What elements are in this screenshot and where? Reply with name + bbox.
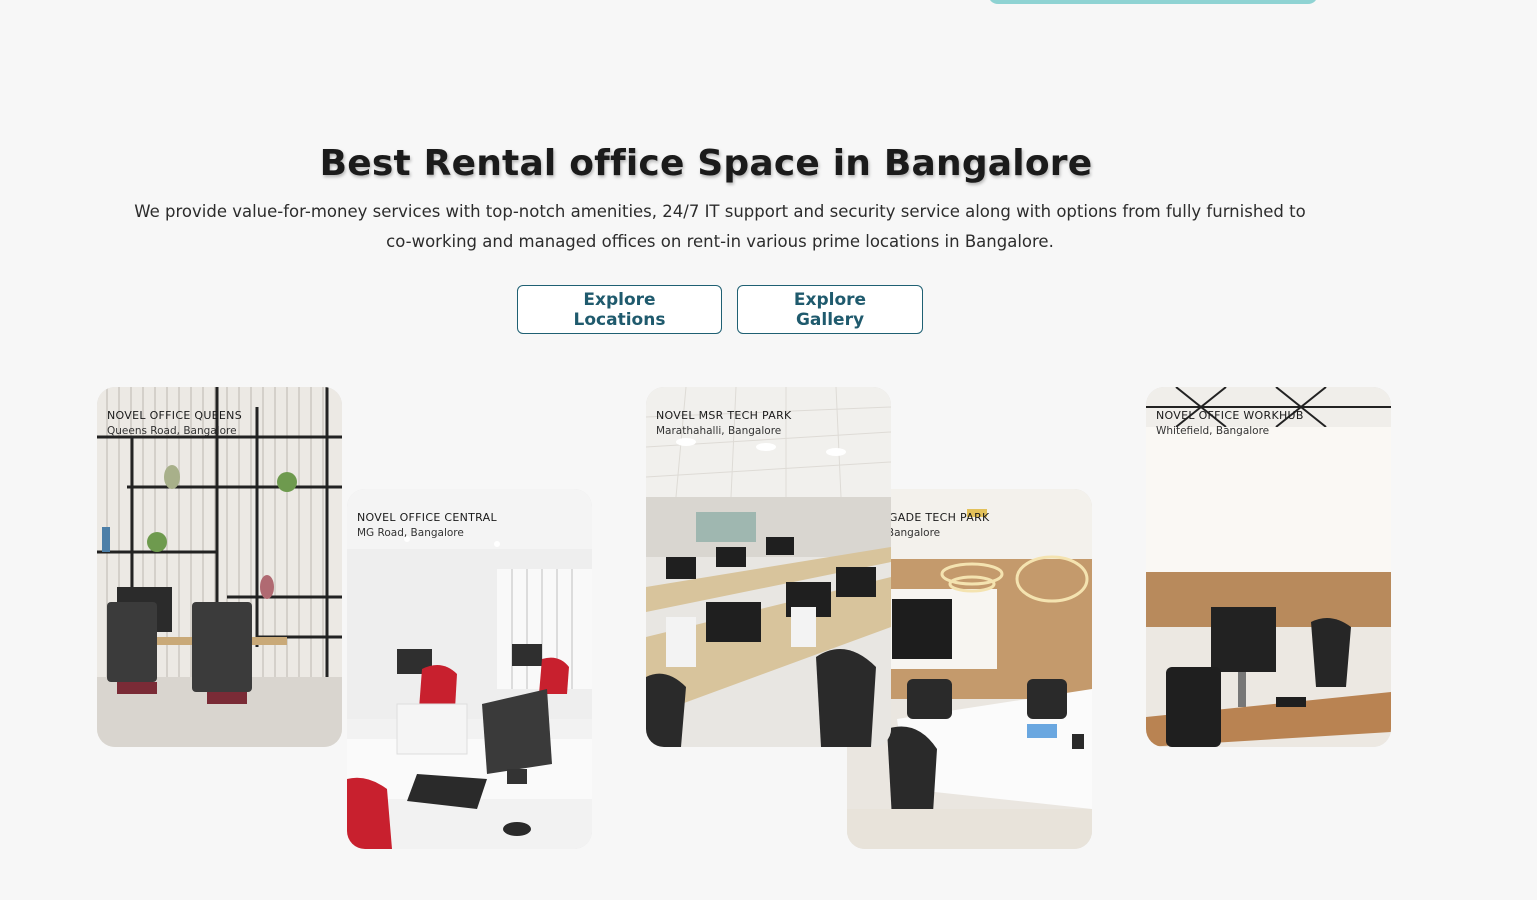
explore-locations-button[interactable]: Explore Locations — [517, 285, 722, 334]
card-location: Marathahalli, Bangalore — [656, 425, 782, 437]
top-accent-bar — [988, 0, 1318, 4]
location-card-msr-tech-park[interactable]: NOVEL MSR TECH PARK Marathahalli, Bangal… — [646, 387, 891, 747]
office-photo — [646, 387, 891, 747]
location-card-queens[interactable]: NOVEL OFFICE QUEENS Queens Road, Bangalo… — [97, 387, 342, 747]
explore-gallery-button[interactable]: Explore Gallery — [737, 285, 923, 334]
card-title: NOVEL OFFICE QUEENS — [107, 409, 242, 422]
card-caption: NOVEL OFFICE CENTRAL MG Road, Bangalore — [357, 511, 497, 539]
location-card-central[interactable]: NOVEL OFFICE CENTRAL MG Road, Bangalore — [347, 489, 592, 849]
section-title: Best Rental office Space in Bangalore — [319, 143, 1093, 184]
card-location: MG Road, Bangalore — [357, 527, 464, 539]
page: Best Rental office Space in Bangalore We… — [0, 0, 1537, 900]
office-photo — [347, 489, 592, 849]
cta-buttons: Explore Locations Explore Gallery — [517, 285, 923, 334]
card-title: NOVEL OFFICE WORKHUB — [1156, 409, 1304, 422]
card-title: NOVEL MSR TECH PARK — [656, 409, 792, 422]
card-caption: NOVEL MSR TECH PARK Marathahalli, Bangal… — [656, 409, 792, 437]
office-photo — [97, 387, 342, 747]
card-title: NOVEL OFFICE CENTRAL — [357, 511, 497, 524]
card-location: Whitefield, Bangalore — [1156, 425, 1270, 437]
section-description: We provide value-for-money services with… — [134, 202, 1306, 251]
card-caption: NOVEL OFFICE QUEENS Queens Road, Bangalo… — [107, 409, 242, 437]
location-card-workhub[interactable]: NOVEL OFFICE WORKHUB Whitefield, Bangalo… — [1146, 387, 1391, 747]
card-caption: NOVEL OFFICE WORKHUB Whitefield, Bangalo… — [1156, 409, 1304, 437]
office-photo — [1146, 387, 1391, 747]
card-location: Queens Road, Bangalore — [107, 425, 237, 437]
